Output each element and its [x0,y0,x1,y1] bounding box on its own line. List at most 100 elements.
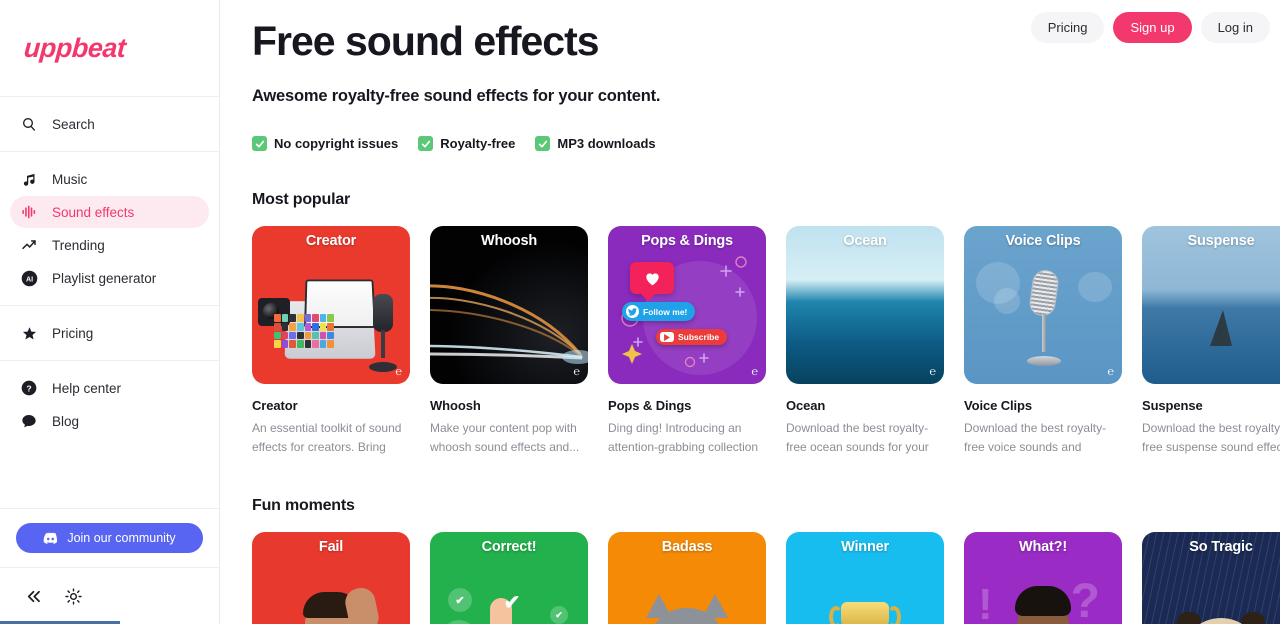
card-thumbnail[interactable]: Suspense ℮ [1142,226,1280,385]
card-thumbnail[interactable]: So Tragic [1142,532,1280,624]
card-badass[interactable]: Badass [608,532,766,624]
card-description: Ding ding! Introducing an attention-grab… [608,421,759,454]
help-circle-icon: ? [20,379,38,397]
sidebar-bottom-bar [0,567,219,624]
card-thumbnail-label: Voice Clips [1005,233,1081,250]
main-content: Pricing Sign up Log in Free sound effect… [220,0,1280,624]
card-fail[interactable]: Fail [252,532,410,624]
uppbeat-watermark-icon: ℮ [395,366,402,379]
card-thumbnail[interactable]: Ocean ℮ [786,226,944,385]
sidebar-item-label-pricing: Pricing [52,325,94,341]
uppbeat-watermark-icon: ℮ [929,366,936,379]
sidebar-item-blog[interactable]: Blog [10,405,209,437]
sidebar-item-playlist-generator[interactable]: AI Playlist generator [10,262,209,294]
uppbeat-logo[interactable]: uppbeat [23,33,127,64]
card-pops-and-dings[interactable]: Follow me! Subscribe Pops & Dings ℮ Pops… [608,226,766,457]
feature-list: No copyright issues Royalty-free MP3 dow… [252,136,1280,152]
sidebar-item-sound-effects[interactable]: Sound effects [10,196,209,228]
sidebar-item-label-playlist-generator: Playlist generator [52,270,157,286]
card-row-most-popular: Creator ℮ Creator An essential toolkit o… [252,226,1280,457]
card-whoosh[interactable]: Whoosh ℮ Whoosh Make your content pop wi… [430,226,588,457]
card-thumbnail-label: Winner [841,539,889,556]
sidebar-item-label-trending: Trending [52,237,105,253]
card-thumbnail-label: So Tragic [1189,539,1253,556]
join-community-label: Join our community [67,531,176,545]
card-ocean[interactable]: Ocean ℮ Ocean Download the best royalty-… [786,226,944,457]
svg-text:?: ? [26,383,31,393]
microphone-graphic [366,294,400,373]
card-title: Creator [252,398,298,414]
uppbeat-watermark-icon: ℮ [1107,366,1114,379]
card-description: Download the best royalty-free voice sou… [964,421,1107,454]
card-title: Voice Clips [964,398,1033,414]
section-most-popular: Most popular Creator ℮ Creator An essent… [252,191,1280,457]
card-thumbnail[interactable]: Fail [252,532,410,624]
card-so-tragic[interactable]: So Tragic [1142,532,1280,624]
card-suspense[interactable]: Suspense ℮ Suspense Download the best ro… [1142,226,1280,457]
card-thumbnail[interactable]: Badass [608,532,766,624]
check-icon [418,136,434,152]
twitter-icon [626,305,639,319]
check-icon [252,136,267,152]
signup-button[interactable]: Sign up [1113,12,1192,43]
card-thumbnail-label: Creator [305,233,357,250]
card-thumbnail[interactable]: Follow me! Subscribe Pops & Dings ℮ [608,226,766,385]
sidebar-item-search[interactable]: Search [10,108,209,140]
sidebar-search-group: Search [0,97,219,152]
pricing-button[interactable]: Pricing [1030,12,1105,43]
section-title: Most popular [252,191,351,209]
card-thumbnail-label: Pops & Dings [641,233,733,250]
card-thumbnail-label: Suspense [1187,233,1255,250]
card-thumbnail-label: Badass [661,539,713,556]
join-community-button[interactable]: Join our community [16,523,203,553]
star-icon [20,324,38,342]
check-icon [535,136,551,152]
card-thumbnail[interactable]: ! ? ! ! What?! [964,532,1122,624]
card-thumbnail-label: Whoosh [481,233,537,250]
card-title: Ocean [786,398,826,414]
card-thumbnail[interactable]: Whoosh ℮ [430,226,588,385]
sidebar-item-label-music: Music [52,171,88,187]
ai-badge-icon: AI [20,269,38,287]
card-description: Download the best royalty-free ocean sou… [786,421,929,454]
feature-label: Royalty-free [440,136,516,152]
card-correct[interactable]: ✔ ✔ ✔ ✔ ✔ Correct! [430,532,588,624]
uppbeat-watermark-icon: ℮ [573,366,580,379]
chevrons-left-icon[interactable] [24,587,43,606]
card-voice-clips[interactable]: Voice Clips ℮ Voice Clips Download the b… [964,226,1122,457]
page-subtitle: Awesome royalty-free sound effects for y… [252,87,661,106]
section-fun-moments: Fun moments Fail ✔ ✔ ✔ Correct! Badass W… [252,497,1280,624]
card-thumbnail-label: What?! [1019,539,1067,556]
login-button[interactable]: Log in [1200,12,1270,43]
card-thumbnail-label: Ocean [843,233,887,250]
feature-item: No copyright issues [252,136,399,152]
sun-icon[interactable] [65,587,82,605]
sidebar-item-trending[interactable]: Trending [10,229,209,261]
uppbeat-watermark-icon: ℮ [751,366,758,379]
sidebar-item-music[interactable]: Music [10,163,209,195]
section-title: Fun moments [252,497,355,515]
card-title: Pops & Dings [608,398,692,414]
card-creator[interactable]: Creator ℮ Creator An essential toolkit o… [252,226,410,457]
feature-label: No copyright issues [274,136,399,152]
search-icon [20,115,38,133]
card-thumbnail-label: Correct! [481,539,537,556]
sidebar-item-help-center[interactable]: ? Help center [10,372,209,404]
trending-up-icon [20,236,38,254]
card-thumbnail[interactable]: Voice Clips ℮ [964,226,1122,385]
svg-text:AI: AI [25,275,32,283]
app-root: uppbeat Search Music Sound effects Trend… [0,0,1280,624]
card-winner[interactable]: Winner [786,532,944,624]
card-thumbnail[interactable]: Creator ℮ [252,226,410,385]
chat-bubble-icon [20,412,38,430]
card-thumbnail-label: Fail [318,539,344,556]
card-description: An essential toolkit of sound effects fo… [252,421,402,454]
card-thumbnail[interactable]: Winner [786,532,944,624]
logo-container[interactable]: uppbeat [0,0,219,97]
card-description: Download the best royalty-free suspense … [1142,421,1280,454]
sidebar-item-pricing[interactable]: Pricing [10,317,209,349]
card-row-fun-moments: Fail ✔ ✔ ✔ ✔ ✔ [252,532,1280,624]
card-what[interactable]: ! ? ! ! What?! [964,532,1122,624]
card-thumbnail[interactable]: ✔ ✔ ✔ ✔ ✔ Correct! [430,532,588,624]
